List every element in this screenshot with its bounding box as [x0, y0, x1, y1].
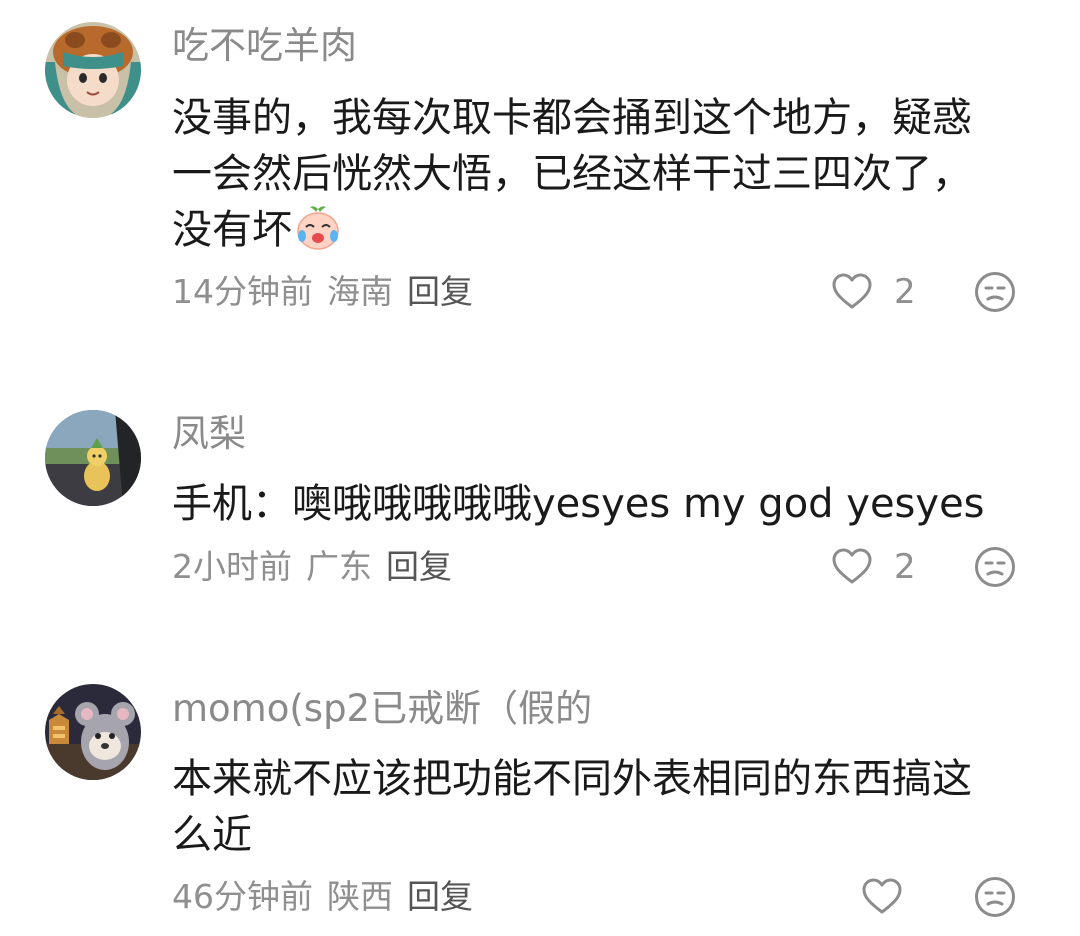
heart-icon — [832, 273, 872, 309]
comment-text-segment: 没有坏 — [172, 207, 292, 253]
like-count: 2 — [894, 547, 916, 587]
reply-button[interactable]: 回复 — [407, 272, 473, 311]
comment-text-line: 本来就不应该把功能不同外表相同的东西搞这 — [172, 756, 972, 802]
comment-text: 没事的，我每次取卡都会捅到这个地方，疑惑 一会然后恍然大悟，已经这样干过三四次了… — [172, 90, 1022, 258]
like-button[interactable]: 2 — [830, 545, 916, 589]
comment-text-line: 没有坏 — [172, 202, 1022, 258]
reply-button[interactable]: 回复 — [386, 547, 452, 586]
unamused-face-icon — [975, 272, 1015, 312]
comment-location: 陕西 — [327, 877, 393, 916]
comment-time: 14分钟前 — [172, 272, 313, 311]
heart-icon — [832, 548, 872, 584]
comment-text-line: 手机：噢哦哦哦哦哦yesyes my god yesyes — [172, 481, 985, 527]
unamused-face-icon — [975, 877, 1015, 917]
comment-time: 2小时前 — [172, 547, 292, 586]
reply-button[interactable]: 回复 — [407, 877, 473, 916]
dislike-button[interactable] — [973, 545, 1017, 589]
comment-time: 46分钟前 — [172, 877, 313, 916]
comment-text: 本来就不应该把功能不同外表相同的东西搞这 么近 — [172, 751, 1022, 863]
comment-meta: 2小时前 广东 回复 — [172, 547, 466, 587]
avatar[interactable] — [45, 684, 141, 780]
comment-location: 海南 — [327, 272, 393, 311]
comment-text-line: 一会然后恍然大悟，已经这样干过三四次了， — [172, 151, 972, 197]
heart-icon — [862, 878, 902, 914]
avatar[interactable] — [45, 410, 141, 506]
comment-text-line: 么近 — [172, 812, 252, 858]
crying-laughing-peach-emoji — [294, 203, 342, 251]
comment-meta: 46分钟前 陕西 回复 — [172, 877, 487, 917]
unamused-face-icon — [975, 547, 1015, 587]
username[interactable]: 凤梨 — [172, 412, 246, 456]
comment-text: 手机：噢哦哦哦哦哦yesyes my god yesyes — [172, 476, 1022, 532]
dislike-button[interactable] — [973, 270, 1017, 314]
like-count: 2 — [894, 272, 916, 312]
comment-text-line: 没事的，我每次取卡都会捅到这个地方，疑惑 — [172, 95, 972, 141]
username[interactable]: momo(sp2已戒断（假的 — [172, 687, 592, 731]
avatar[interactable] — [45, 22, 141, 118]
like-button[interactable] — [860, 875, 904, 919]
username[interactable]: 吃不吃羊肉 — [172, 24, 357, 68]
like-button[interactable]: 2 — [830, 270, 916, 314]
dislike-button[interactable] — [973, 875, 1017, 919]
comment-location: 广东 — [306, 547, 372, 586]
comment-meta: 14分钟前 海南 回复 — [172, 272, 487, 312]
